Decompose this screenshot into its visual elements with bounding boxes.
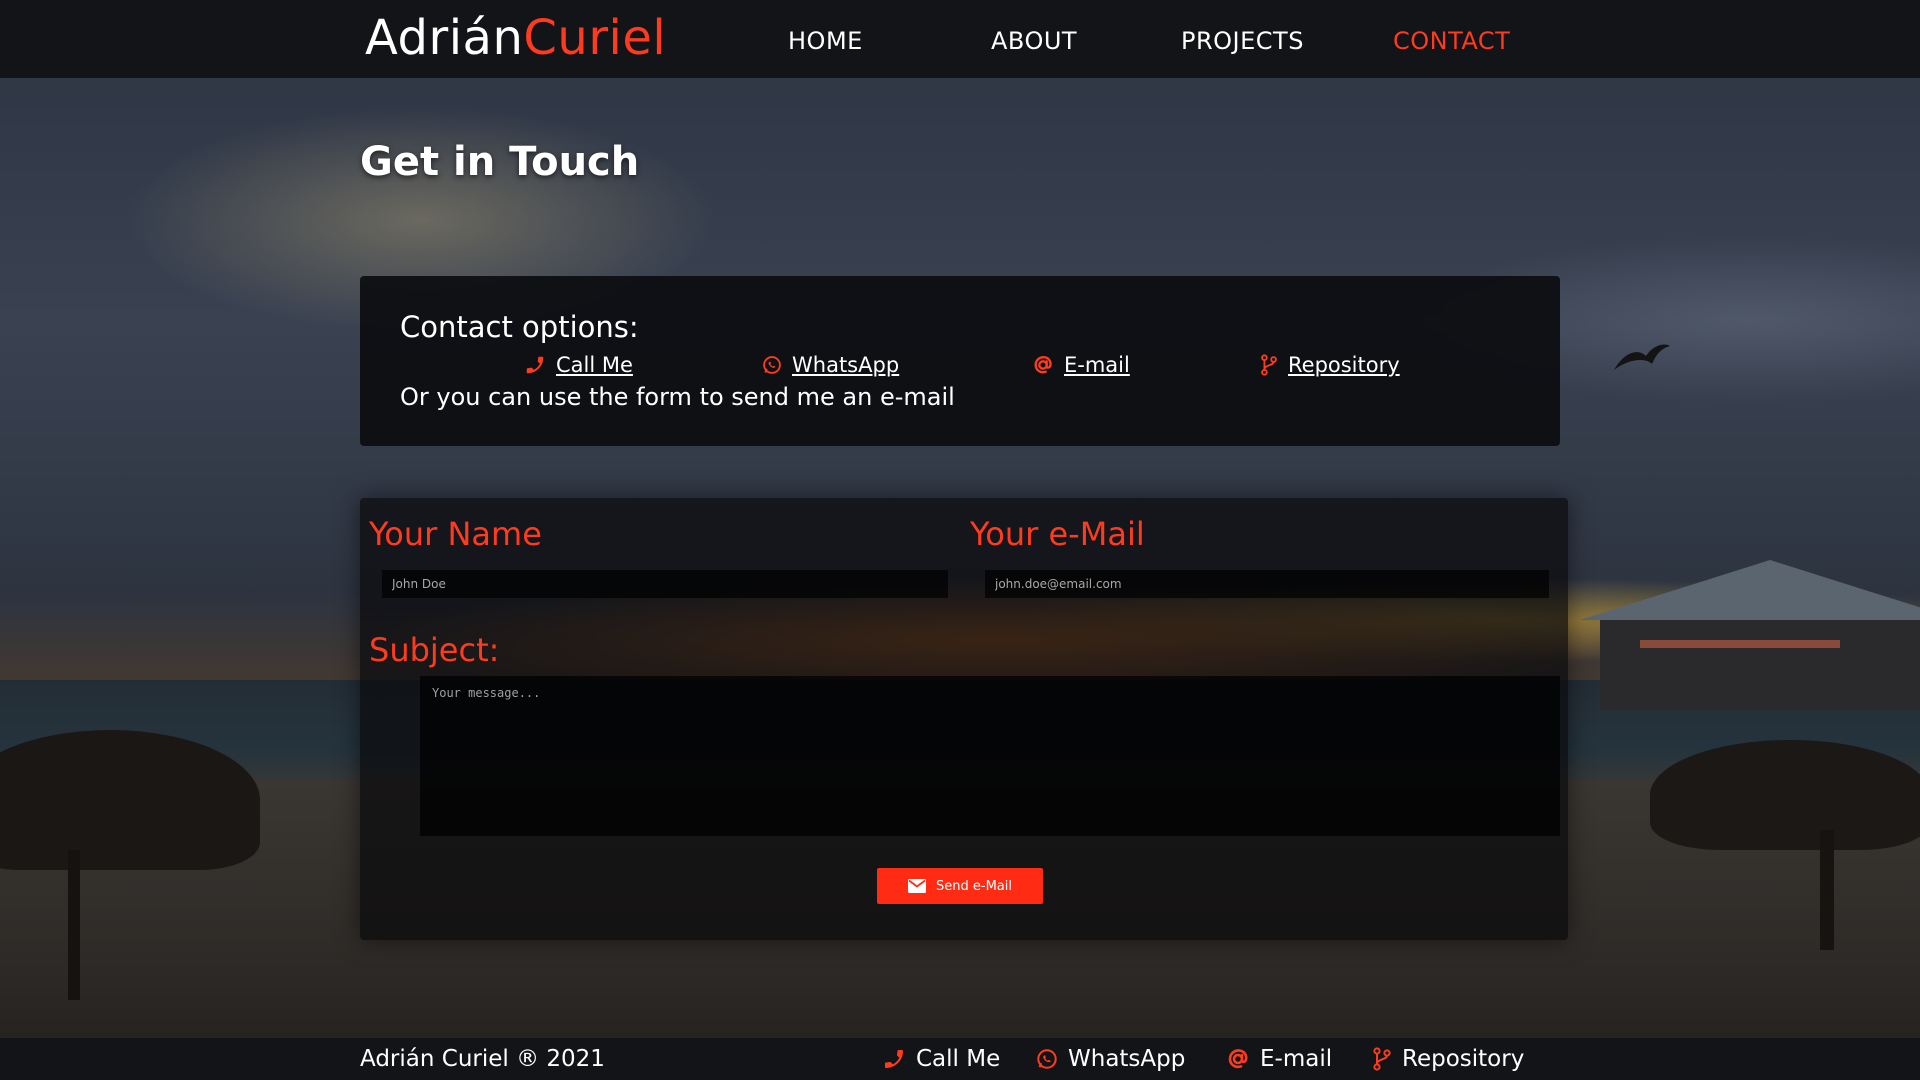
git-branch-icon xyxy=(1260,354,1278,376)
envelope-icon xyxy=(908,879,927,893)
footer: Adrián Curiel ® 2021 Call Me WhatsApp E-… xyxy=(0,1038,1920,1080)
email-label: Your e-Mail xyxy=(970,515,1145,553)
nav-home[interactable]: HOME xyxy=(788,24,863,58)
footer-repository-label: Repository xyxy=(1402,1046,1525,1072)
page-title: Get in Touch xyxy=(360,139,640,185)
at-sign-icon xyxy=(1032,354,1054,376)
send-email-button[interactable]: Send e-Mail xyxy=(877,868,1043,904)
subject-label: Subject: xyxy=(369,631,500,669)
option-email[interactable]: E-mail xyxy=(1032,350,1130,380)
hut-stripe xyxy=(1640,640,1840,648)
contact-form: Your Name Your e-Mail Subject: Send e-Ma… xyxy=(360,498,1568,940)
email-input[interactable] xyxy=(985,570,1549,598)
contact-options-heading: Contact options: xyxy=(400,310,639,344)
footer-whatsapp[interactable]: WhatsApp xyxy=(1036,1044,1185,1074)
option-email-label: E-mail xyxy=(1064,353,1130,377)
nav-projects[interactable]: PROJECTS xyxy=(1181,24,1304,58)
footer-copyright: Adrián Curiel ® 2021 xyxy=(360,1046,605,1072)
name-input[interactable] xyxy=(382,570,948,598)
main-nav: HOME ABOUT PROJECTS CONTACT xyxy=(0,24,1920,58)
footer-email-label: E-mail xyxy=(1260,1046,1333,1072)
phone-icon xyxy=(882,1047,906,1071)
lifeguard-hut-roof xyxy=(1580,560,1920,620)
footer-call-me-label: Call Me xyxy=(916,1046,1001,1072)
message-textarea[interactable] xyxy=(420,676,1560,836)
nav-about[interactable]: ABOUT xyxy=(991,24,1077,58)
umbrella-pole-left xyxy=(68,850,80,1000)
option-call-me-label: Call Me xyxy=(556,353,633,377)
footer-repository[interactable]: Repository xyxy=(1372,1044,1524,1074)
git-branch-icon xyxy=(1372,1047,1392,1071)
umbrella-pole-right xyxy=(1820,830,1834,950)
option-call-me[interactable]: Call Me xyxy=(524,350,633,380)
nav-contact[interactable]: CONTACT xyxy=(1393,24,1510,58)
phone-icon xyxy=(524,354,546,376)
option-whatsapp[interactable]: WhatsApp xyxy=(762,350,899,380)
whatsapp-icon xyxy=(762,355,782,375)
option-repository-label: Repository xyxy=(1288,353,1400,377)
name-label: Your Name xyxy=(369,515,542,553)
top-navbar: AdriánCuriel HOME ABOUT PROJECTS CONTACT xyxy=(0,0,1920,78)
bird-icon xyxy=(1614,344,1670,370)
option-whatsapp-label: WhatsApp xyxy=(792,353,900,377)
lifeguard-hut xyxy=(1600,620,1920,710)
palm-umbrella-right xyxy=(1650,740,1920,850)
whatsapp-icon xyxy=(1036,1048,1058,1070)
at-sign-icon xyxy=(1226,1047,1250,1071)
footer-whatsapp-label: WhatsApp xyxy=(1068,1046,1186,1072)
contact-form-note: Or you can use the form to send me an e-… xyxy=(400,383,955,411)
footer-call-me[interactable]: Call Me xyxy=(882,1044,1000,1074)
contact-options-panel: Contact options: Call Me WhatsApp E-mail… xyxy=(360,276,1560,446)
send-email-label: Send e-Mail xyxy=(936,878,1012,894)
option-repository[interactable]: Repository xyxy=(1260,350,1400,380)
footer-email[interactable]: E-mail xyxy=(1226,1044,1332,1074)
